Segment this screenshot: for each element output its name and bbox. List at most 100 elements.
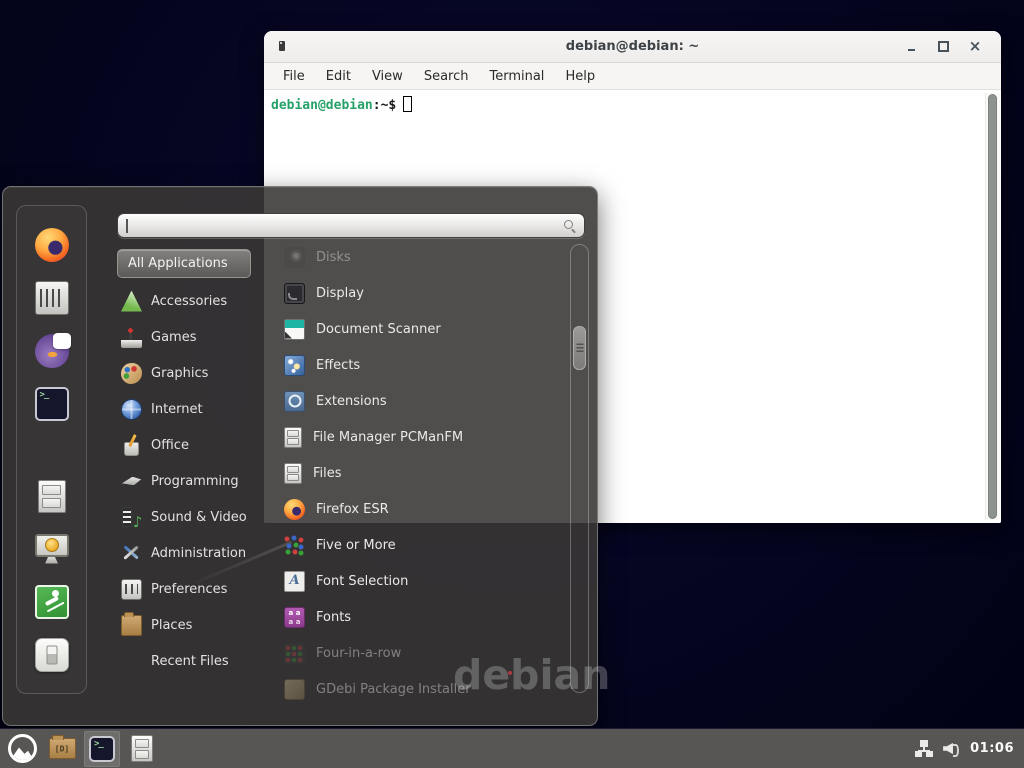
graphics-icon bbox=[121, 363, 142, 384]
favorite-shutdown[interactable] bbox=[30, 633, 74, 677]
terminal-app-icon bbox=[35, 387, 69, 421]
favorite-log-out[interactable] bbox=[30, 580, 74, 624]
terminal-scrollbar[interactable] bbox=[985, 93, 1000, 520]
shutdown-icon bbox=[35, 638, 69, 672]
category-programming[interactable]: Programming bbox=[117, 463, 251, 499]
category-office[interactable]: Office bbox=[117, 427, 251, 463]
category-places[interactable]: Places bbox=[117, 607, 251, 643]
terminal-menu-item-search[interactable]: Search bbox=[424, 69, 469, 84]
app-four-in-a-row[interactable]: Four-in-a-row bbox=[280, 635, 562, 671]
display-icon bbox=[284, 283, 305, 304]
search-input[interactable] bbox=[128, 216, 558, 235]
app-effects[interactable]: Effects bbox=[280, 347, 562, 383]
terminal-menu-item-terminal[interactable]: Terminal bbox=[489, 69, 544, 84]
terminal-menu-item-edit[interactable]: Edit bbox=[326, 69, 351, 84]
menu-scrollbar[interactable] bbox=[570, 244, 589, 693]
terminal-prompt-line: debian@debian:~$ bbox=[264, 91, 1001, 118]
favorite-terminal[interactable] bbox=[30, 382, 74, 426]
favorite-files[interactable] bbox=[30, 474, 74, 518]
sound-video-icon bbox=[121, 507, 142, 528]
app-firefox-esr[interactable]: Firefox ESR bbox=[280, 491, 562, 527]
app-extensions[interactable]: Extensions bbox=[280, 383, 562, 419]
file-cabinet-icon bbox=[38, 480, 66, 513]
favorite-firefox[interactable] bbox=[30, 223, 74, 267]
taskbar: 01:06 bbox=[0, 728, 1024, 768]
administration-icon bbox=[121, 543, 142, 564]
preferences-icon bbox=[121, 579, 142, 600]
terminal-menu-item-file[interactable]: File bbox=[283, 69, 305, 84]
gdebi-icon bbox=[284, 679, 305, 700]
search-icon bbox=[564, 220, 576, 232]
category-graphics[interactable]: Graphics bbox=[117, 355, 251, 391]
category-games[interactable]: Games bbox=[117, 319, 251, 355]
app-gdebi-package-installer[interactable]: GDebi Package Installer bbox=[280, 671, 562, 707]
favorite-settings[interactable] bbox=[30, 276, 74, 320]
disks-icon bbox=[284, 247, 305, 268]
log-out-icon bbox=[35, 585, 69, 619]
terminal-mini-icon bbox=[279, 41, 285, 51]
programming-icon bbox=[121, 471, 142, 492]
system-tray: 01:06 bbox=[915, 740, 1020, 757]
application-list: Disks Display Document Scanner Effects E… bbox=[280, 239, 562, 713]
app-file-manager-pcmanfm[interactable]: File Manager PCManFM bbox=[280, 419, 562, 455]
app-font-selection[interactable]: Font Selection bbox=[280, 563, 562, 599]
menu-logo-icon bbox=[8, 734, 37, 763]
category-accessories[interactable]: Accessories bbox=[117, 283, 251, 319]
volume-icon[interactable] bbox=[943, 741, 960, 757]
app-five-or-more[interactable]: Five or More bbox=[280, 527, 562, 563]
category-internet[interactable]: Internet bbox=[117, 391, 251, 427]
menu-scrollbar-thumb[interactable] bbox=[573, 326, 586, 370]
folder-d-icon bbox=[49, 738, 76, 759]
app-files[interactable]: Files bbox=[280, 455, 562, 491]
favorites-sidebar bbox=[16, 205, 87, 694]
accessories-icon bbox=[121, 291, 142, 312]
favorite-lock-screen[interactable] bbox=[30, 527, 74, 571]
maximize-icon[interactable] bbox=[927, 35, 959, 59]
minimize-icon[interactable] bbox=[895, 35, 927, 59]
pidgin-icon bbox=[35, 334, 69, 368]
prompt-user-host: debian@debian bbox=[271, 98, 373, 113]
close-icon[interactable] bbox=[959, 35, 991, 59]
app-fonts[interactable]: Fonts bbox=[280, 599, 562, 635]
terminal-menubar: File Edit View Search Terminal Help bbox=[264, 63, 1001, 90]
prompt-path-suffix: :~$ bbox=[373, 98, 396, 113]
application-menu: debian bbox=[2, 186, 598, 726]
document-scanner-icon bbox=[284, 319, 305, 340]
category-preferences[interactable]: Preferences bbox=[117, 571, 251, 607]
internet-icon bbox=[121, 399, 142, 420]
file-cabinet-icon bbox=[284, 427, 302, 448]
places-icon bbox=[121, 615, 142, 636]
firefox-icon bbox=[284, 499, 305, 520]
category-recent-files[interactable]: Recent Files bbox=[117, 643, 251, 679]
settings-icon bbox=[35, 281, 69, 315]
category-administration[interactable]: Administration bbox=[117, 535, 251, 571]
four-in-a-row-icon bbox=[284, 643, 305, 664]
taskbar-launcher-terminal[interactable] bbox=[84, 731, 120, 767]
taskbar-launcher-menu[interactable] bbox=[4, 731, 40, 767]
lock-screen-icon bbox=[35, 534, 69, 557]
terminal-menu-item-help[interactable]: Help bbox=[565, 69, 595, 84]
taskbar-launcher-files[interactable] bbox=[124, 731, 160, 767]
taskbar-launchers bbox=[4, 729, 164, 768]
category-all-applications[interactable]: All Applications bbox=[117, 249, 251, 278]
firefox-icon bbox=[35, 228, 69, 262]
window-controls bbox=[895, 31, 991, 62]
office-icon bbox=[121, 435, 142, 456]
terminal-scrollbar-thumb[interactable] bbox=[988, 94, 997, 519]
category-list: All Applications Accessories Games Graph… bbox=[117, 247, 251, 679]
fonts-icon bbox=[284, 607, 305, 628]
games-icon bbox=[121, 327, 142, 348]
window-title: debian@debian: ~ bbox=[566, 39, 699, 54]
app-document-scanner[interactable]: Document Scanner bbox=[280, 311, 562, 347]
favorite-pidgin[interactable] bbox=[30, 329, 74, 373]
app-disks[interactable]: Disks bbox=[280, 239, 562, 275]
menu-search-box[interactable] bbox=[117, 213, 585, 238]
terminal-menu-item-view[interactable]: View bbox=[372, 69, 403, 84]
file-cabinet-icon bbox=[284, 463, 302, 484]
terminal-titlebar[interactable]: debian@debian: ~ bbox=[264, 31, 1001, 63]
app-display[interactable]: Display bbox=[280, 275, 562, 311]
taskbar-clock[interactable]: 01:06 bbox=[970, 741, 1014, 756]
category-sound-video[interactable]: Sound & Video bbox=[117, 499, 251, 535]
taskbar-launcher-file-manager-pcmanfm[interactable] bbox=[44, 731, 80, 767]
network-icon[interactable] bbox=[915, 740, 933, 757]
